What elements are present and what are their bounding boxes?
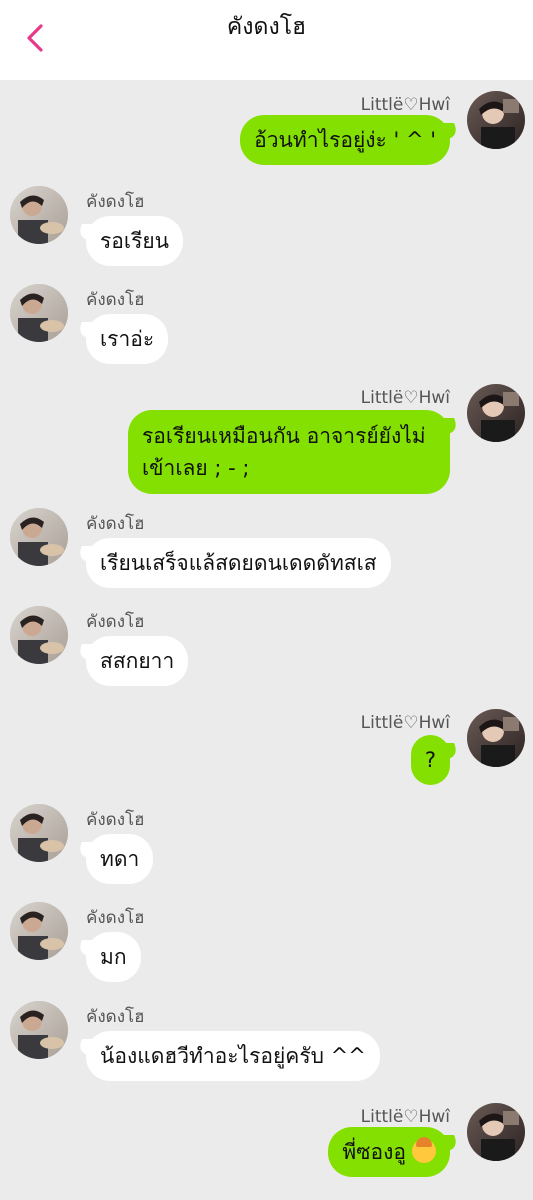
avatar[interactable] [467, 1103, 525, 1161]
message-bubble[interactable]: ? [410, 735, 450, 785]
message-line: เข้าเลย ; - ; [142, 456, 250, 480]
person-gesturing-ok-emoji-icon [412, 1137, 436, 1163]
avatar[interactable] [467, 709, 525, 767]
avatar[interactable] [10, 284, 68, 342]
message-line: รอเรียนเหมือนกัน อาจารย์ยังไม่ [142, 424, 426, 448]
message-bubble[interactable]: พี่ซองอู [328, 1127, 450, 1177]
message-bubble[interactable]: รอเรียน [86, 216, 184, 266]
sender-name: คังดงโฮ [86, 612, 145, 632]
sender-name: Littlë♡Hwî [360, 388, 450, 408]
avatar[interactable] [467, 91, 525, 149]
message-bubble[interactable]: ทดา [86, 834, 154, 884]
avatar[interactable] [467, 384, 525, 442]
sender-name: คังดงโฮ [86, 810, 145, 830]
sender-name: คังดงโฮ [86, 514, 145, 534]
chat-header: คังดงโฮ [0, 0, 533, 80]
sender-name: คังดงโฮ [86, 1007, 145, 1027]
avatar[interactable] [10, 508, 68, 566]
sender-name: คังดงโฮ [86, 192, 145, 212]
message-bubble[interactable]: เราอ่ะ [86, 314, 169, 364]
message-bubble[interactable]: รอเรียนเหมือนกัน อาจารย์ยังไม่ เข้าเลย ;… [128, 410, 450, 494]
message-bubble[interactable]: อ้วนทำไรอยู่ง่ะ ' ^ ' [240, 115, 450, 165]
sender-name: Littlë♡Hwî [360, 713, 450, 733]
message-text: พี่ซองอู [342, 1140, 406, 1164]
avatar[interactable] [10, 804, 68, 862]
sender-name: คังดงโฮ [86, 290, 145, 310]
message-bubble[interactable]: สสกยาา [86, 636, 189, 686]
avatar[interactable] [10, 606, 68, 664]
chat-title: คังดงโฮ [226, 14, 307, 40]
message-bubble[interactable]: น้องแดฮวีทำอะไรอยู่ครับ ^^ [86, 1031, 380, 1081]
message-bubble[interactable]: มก [86, 932, 141, 982]
avatar[interactable] [10, 186, 68, 244]
sender-name: Littlë♡Hwî [360, 1107, 450, 1127]
avatar[interactable] [10, 1001, 68, 1059]
message-bubble[interactable]: เรียนเสร็จแล้สดยดนเดดดัทสเส [86, 538, 391, 588]
avatar[interactable] [10, 902, 68, 960]
sender-name: Littlë♡Hwî [360, 95, 450, 115]
sender-name: คังดงโฮ [86, 908, 145, 928]
